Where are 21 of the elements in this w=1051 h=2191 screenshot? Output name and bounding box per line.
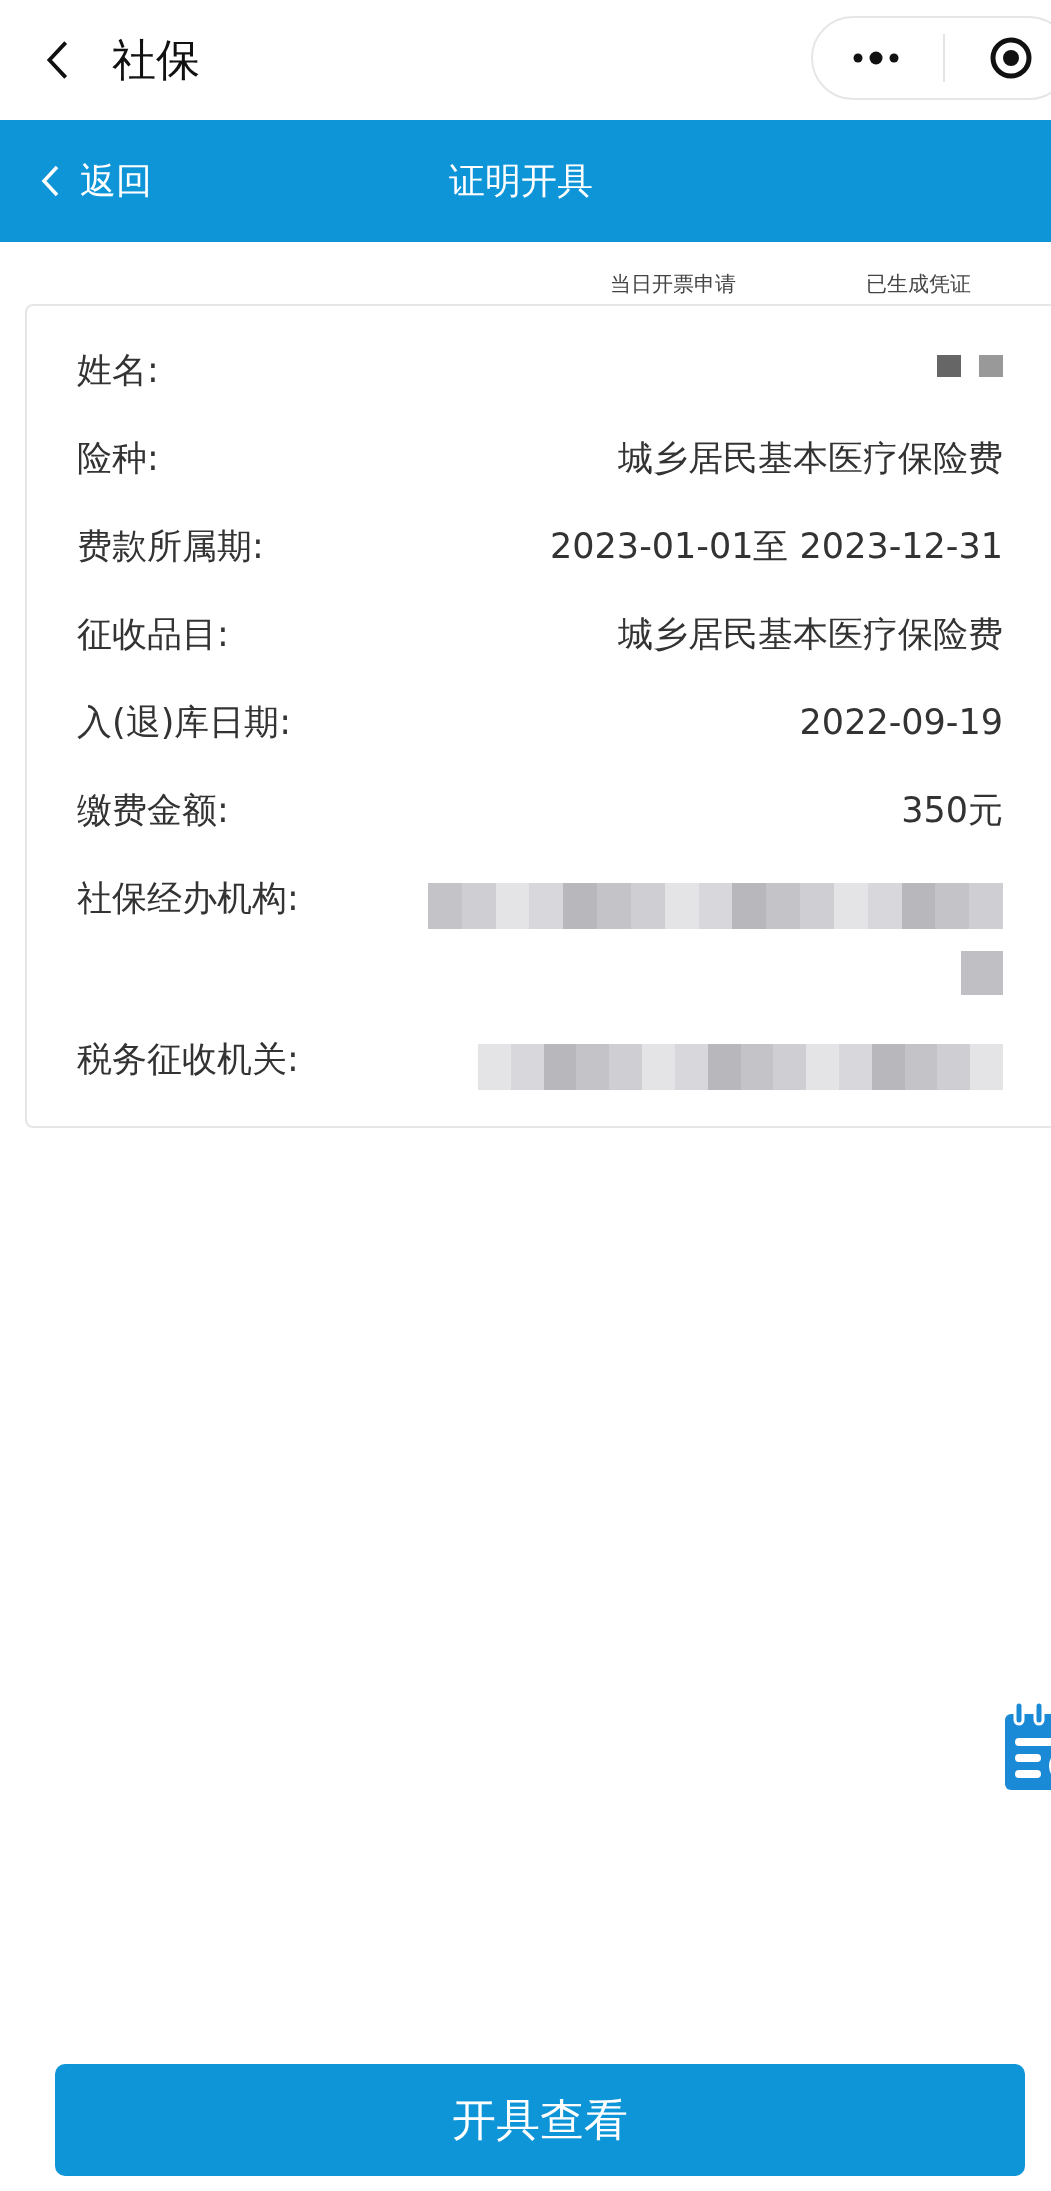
more-icon[interactable] [851,51,901,65]
redacted-value [961,951,1003,995]
field-label: 缴费金额: [77,789,229,832]
field-label: 费款所属期: [77,525,264,568]
field-label: 征收品目: [77,613,229,656]
field-value: 2022-09-19 [799,701,1003,744]
redacted-value [937,355,1003,377]
page-title: 社保 [112,32,200,87]
field-value: 2023-01-01至 2023-12-31 [550,525,1003,568]
back-icon [40,164,60,198]
field-label: 社保经办机构: [77,877,299,920]
field-value: 城乡居民基本医疗保险费 [618,613,1003,656]
field-value: 城乡居民基本医疗保险费 [618,437,1003,480]
tab[interactable]: 已生成凭证 [866,272,971,296]
field-value: 350元 [901,789,1003,832]
field-label: 税务征收机关: [77,1038,299,1081]
field-label: 姓名: [77,349,159,392]
header-title: 证明开具 [448,158,594,203]
field-label: 险种: [77,437,159,480]
tab[interactable]: 当日开票申请 [610,272,736,296]
field-label: 入(退)库日期: [77,701,292,744]
